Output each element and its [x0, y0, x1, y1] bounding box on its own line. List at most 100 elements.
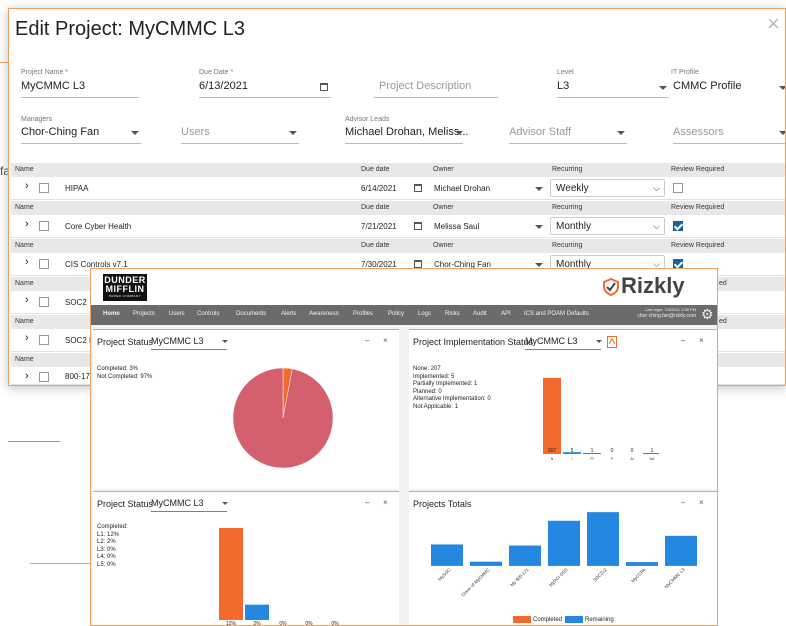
- row-checkbox[interactable]: [39, 372, 49, 382]
- minimize-icon[interactable]: –: [681, 336, 685, 345]
- due-date-label: Due Date *: [199, 69, 234, 76]
- chevron-right-icon[interactable]: ›: [25, 180, 29, 192]
- chevron-down-icon[interactable]: [222, 340, 228, 343]
- col-recurring-header: Recurring: [552, 204, 583, 211]
- table-row[interactable]: › HIPAA 6/14/2021 Michael Drohan Weekly …: [11, 177, 785, 200]
- chevron-down-icon[interactable]: [617, 131, 625, 135]
- tick-label: MyCMMC L3: [664, 567, 686, 589]
- row-owner[interactable]: Michael Drohan: [434, 184, 490, 193]
- gear-icon[interactable]: ⚙: [701, 307, 714, 321]
- field-underline: [21, 97, 139, 98]
- minimize-icon[interactable]: –: [681, 498, 685, 507]
- chevron-down-icon[interactable]: [779, 86, 785, 90]
- nav-projects[interactable]: Projects: [133, 311, 155, 317]
- row-owner[interactable]: Melissa Saul: [434, 222, 479, 231]
- recurring-select[interactable]: Monthly ⌵: [550, 217, 665, 235]
- chevron-down-icon[interactable]: [659, 86, 667, 90]
- chevron-right-icon[interactable]: ›: [25, 256, 29, 268]
- nav-controls[interactable]: Controls: [197, 311, 219, 317]
- nav-home[interactable]: Home: [103, 311, 120, 317]
- bar-completed-6: [665, 565, 697, 566]
- row-checkbox[interactable]: [39, 183, 49, 193]
- row-checkbox[interactable]: [39, 297, 49, 307]
- calendar-icon[interactable]: [414, 260, 422, 268]
- data-label: 5: [571, 448, 574, 454]
- advisor-staff-select[interactable]: Advisor Staff: [509, 126, 571, 138]
- chevron-down-icon[interactable]: [222, 502, 228, 505]
- calendar-icon[interactable]: [414, 184, 422, 192]
- chevron-down-icon[interactable]: [535, 187, 543, 191]
- minimize-icon[interactable]: –: [365, 336, 369, 345]
- nav-api[interactable]: API: [501, 311, 511, 317]
- nav-ics-poam[interactable]: ICS and POAM Defaults: [524, 311, 589, 317]
- recurring-select[interactable]: Weekly ⌵: [550, 179, 665, 197]
- close-icon[interactable]: ×: [699, 498, 704, 507]
- nav-profiles[interactable]: Profiles: [353, 311, 373, 317]
- background-divider: [8, 441, 60, 442]
- project-level-status-panel: Project Status MyCMMC L3 – × Completed: …: [93, 491, 399, 626]
- review-checkbox[interactable]: [673, 221, 683, 231]
- data-label: 2%: [253, 621, 261, 626]
- chevron-right-icon[interactable]: ›: [25, 294, 29, 306]
- level-select[interactable]: L3: [557, 80, 569, 92]
- implementation-status-panel: Project Implementation Status MyCMMC L3 …: [409, 329, 717, 489]
- chevron-down-icon[interactable]: [455, 131, 463, 135]
- bar-remaining-2: [509, 545, 541, 566]
- nav-documents[interactable]: Documents: [236, 311, 266, 317]
- nav-risks[interactable]: Risks: [445, 311, 460, 317]
- stat-line: L5: 0%: [97, 561, 116, 568]
- nav-alerts[interactable]: Alerts: [281, 311, 296, 317]
- close-icon[interactable]: ×: [767, 13, 780, 35]
- nav-policy[interactable]: Policy: [388, 311, 404, 317]
- project-description-field[interactable]: Project Description: [379, 80, 471, 92]
- close-icon[interactable]: ×: [699, 336, 704, 345]
- table-row[interactable]: › Core Cyber Health 7/21/2021 Melissa Sa…: [11, 215, 785, 238]
- chevron-down-icon[interactable]: [535, 225, 543, 229]
- stat-line: Planned: 0: [413, 388, 442, 395]
- chevron-down-icon[interactable]: [535, 263, 543, 267]
- advisor-leads-select[interactable]: Michael Drohan, Meliss...: [345, 126, 469, 138]
- stat-line: L3: 0%: [97, 546, 116, 553]
- managers-select[interactable]: Chor-Ching Fan: [21, 126, 99, 138]
- due-date-field[interactable]: 6/13/2021: [199, 80, 248, 92]
- review-checkbox[interactable]: [673, 183, 683, 193]
- nav-awareness[interactable]: Awareness: [309, 311, 339, 317]
- minimize-icon[interactable]: –: [365, 498, 369, 507]
- nav-users[interactable]: Users: [169, 311, 185, 317]
- project-name-field[interactable]: MyCMMC L3: [21, 80, 85, 92]
- calendar-icon[interactable]: [414, 222, 422, 230]
- row-due-date[interactable]: 6/14/2021: [361, 184, 397, 193]
- tick-label: N: [551, 457, 554, 461]
- project-select[interactable]: MyCMMC L3: [525, 336, 578, 346]
- close-icon[interactable]: ×: [383, 498, 388, 507]
- chevron-right-icon[interactable]: ›: [25, 218, 29, 230]
- chevron-down-icon[interactable]: [779, 131, 785, 135]
- row-checkbox[interactable]: [39, 259, 49, 269]
- chevron-down-icon[interactable]: [131, 131, 139, 135]
- tick-label: MySOC: [437, 567, 452, 582]
- bar-completed-0: [431, 565, 463, 566]
- assessors-select[interactable]: Assessors: [673, 126, 724, 138]
- chevron-right-icon[interactable]: ›: [25, 370, 29, 382]
- nav-logs[interactable]: Logs: [418, 311, 431, 317]
- nav-audit[interactable]: Audit: [473, 311, 487, 317]
- projects-totals-panel: Projects Totals – × MySOC Clone of MyCMMC…: [409, 491, 717, 625]
- pdf-icon[interactable]: [607, 336, 617, 348]
- row-checkbox[interactable]: [39, 221, 49, 231]
- calendar-icon[interactable]: [320, 83, 328, 91]
- it-profile-select[interactable]: CMMC Profile: [673, 80, 741, 92]
- project-select[interactable]: MyCMMC L3: [151, 498, 204, 508]
- data-label: 0%: [331, 621, 339, 626]
- status-stats: Completed: 3% Not Completed: 97%: [97, 366, 152, 381]
- bar-remaining-6: [665, 535, 697, 566]
- rizkly-brand: Rizkly: [621, 273, 685, 298]
- chevron-right-icon[interactable]: ›: [25, 332, 29, 344]
- chevron-down-icon[interactable]: [596, 340, 602, 343]
- row-due-date[interactable]: 7/21/2021: [361, 222, 397, 231]
- project-select[interactable]: MyCMMC L3: [151, 336, 204, 346]
- users-select[interactable]: Users: [181, 126, 210, 138]
- chevron-down-icon[interactable]: [289, 131, 297, 135]
- close-icon[interactable]: ×: [383, 336, 388, 345]
- row-checkbox[interactable]: [39, 335, 49, 345]
- level-bar-chart: 12% 2% 0% 0% 0%: [219, 528, 339, 626]
